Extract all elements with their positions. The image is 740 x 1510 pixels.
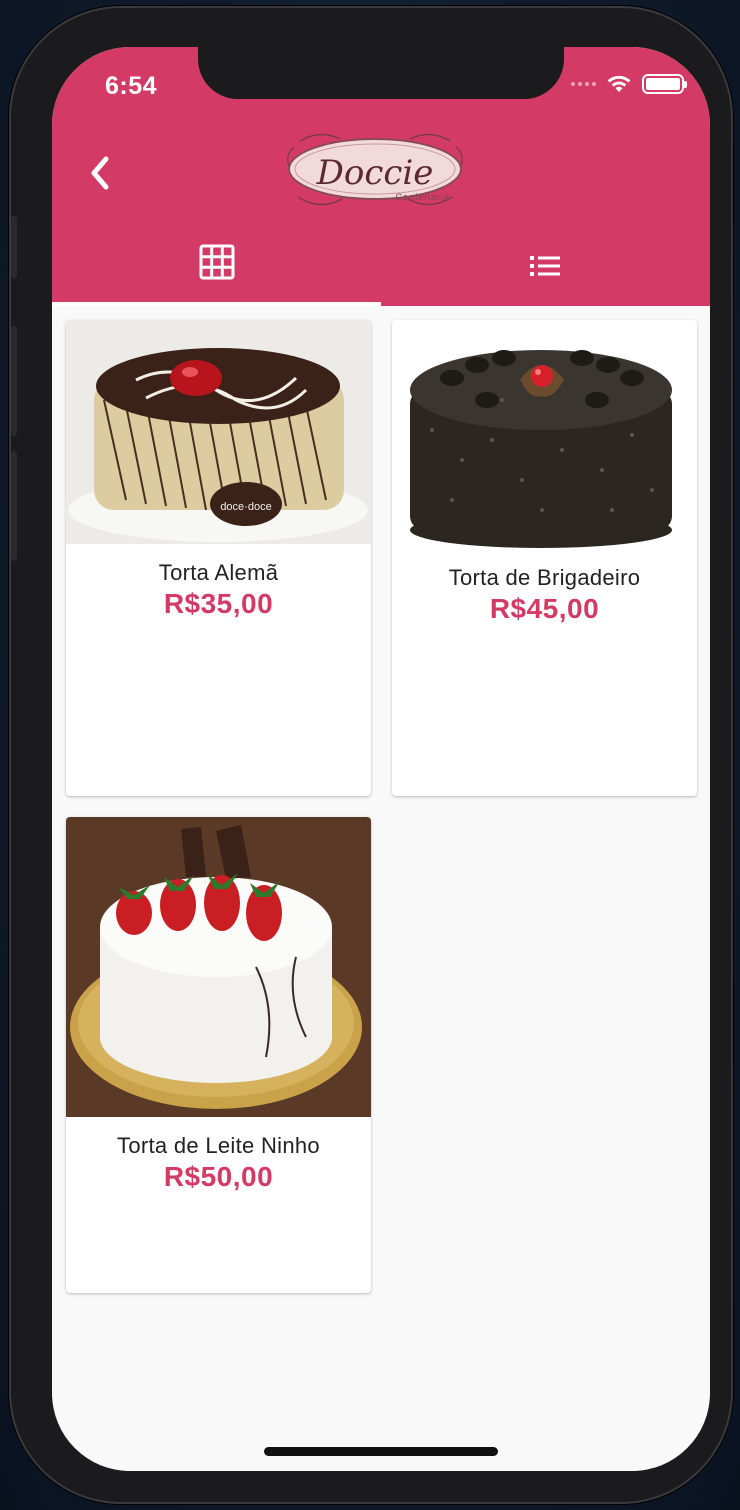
- logo-text: Doccie: [316, 153, 434, 193]
- list-icon: [529, 256, 560, 276]
- grid-icon: [199, 244, 234, 280]
- back-button[interactable]: [82, 151, 122, 195]
- brand-logo: Doccie Confeitaria: [280, 125, 470, 213]
- tab-list-view[interactable]: [381, 238, 710, 306]
- volume-down-button: [11, 451, 17, 561]
- chevron-left-icon: [91, 156, 109, 190]
- volume-up-button: [11, 326, 17, 436]
- product-price: R$45,00: [489, 593, 600, 624]
- product-name: Torta de Brigadeiro: [448, 565, 641, 590]
- product-price: R$35,00: [163, 588, 274, 619]
- phone-frame: 6:54 Doccie Confeitaria doce·doce Torta …: [9, 6, 733, 1504]
- product-card[interactable]: doce·doce Torta Alemã R$35,00: [66, 320, 371, 796]
- image-badge-text: doce·doce: [220, 501, 271, 513]
- logo-subtext: Confeitaria: [395, 192, 450, 202]
- silent-switch: [11, 216, 17, 278]
- product-name: Torta Alemã: [158, 560, 279, 585]
- status-icons: [571, 74, 687, 94]
- signal-icon: [571, 82, 596, 86]
- status-time: 6:54: [105, 72, 158, 100]
- product-card[interactable]: Torta de Brigadeiro R$45,00: [392, 320, 697, 796]
- product-name: Torta de Leite Ninho: [117, 1133, 320, 1158]
- battery-icon: [642, 74, 687, 94]
- tab-grid-view[interactable]: [52, 238, 381, 306]
- product-image: [66, 817, 371, 1117]
- product-price: R$50,00: [163, 1161, 274, 1192]
- notch: [198, 47, 564, 99]
- app-screen: 6:54 Doccie Confeitaria doce·doce Torta …: [52, 47, 710, 1471]
- product-image: [392, 320, 697, 548]
- home-indicator[interactable]: [264, 1447, 498, 1456]
- wifi-icon: [607, 75, 631, 92]
- selected-tab-indicator: [52, 302, 381, 306]
- product-card[interactable]: Torta de Leite Ninho R$50,00: [66, 817, 371, 1293]
- product-image: doce·doce: [66, 320, 371, 544]
